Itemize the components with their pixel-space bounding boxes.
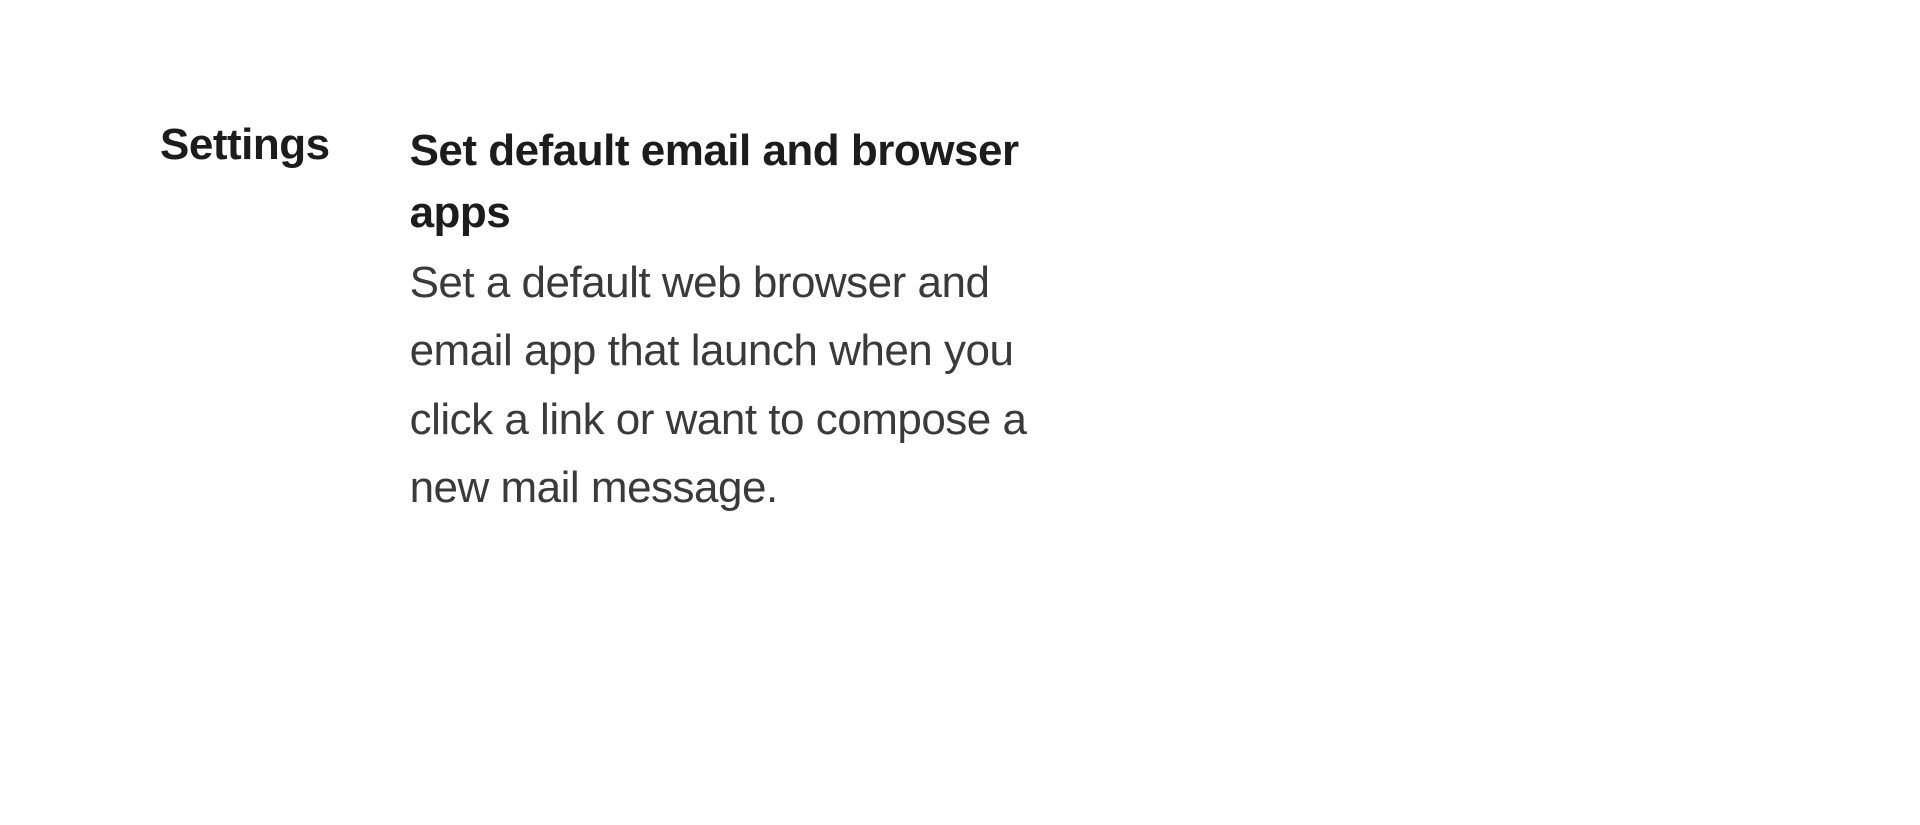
settings-section-title: Set default email and browser apps [410, 120, 1030, 243]
settings-category-column: Settings [160, 120, 330, 522]
settings-category-label: Settings [160, 120, 330, 170]
settings-detail-column: Set default email and browser apps Set a… [410, 120, 1030, 522]
settings-panel: Settings Set default email and browser a… [0, 0, 1920, 522]
settings-section-description: Set a default web browser and email app … [410, 249, 1030, 522]
